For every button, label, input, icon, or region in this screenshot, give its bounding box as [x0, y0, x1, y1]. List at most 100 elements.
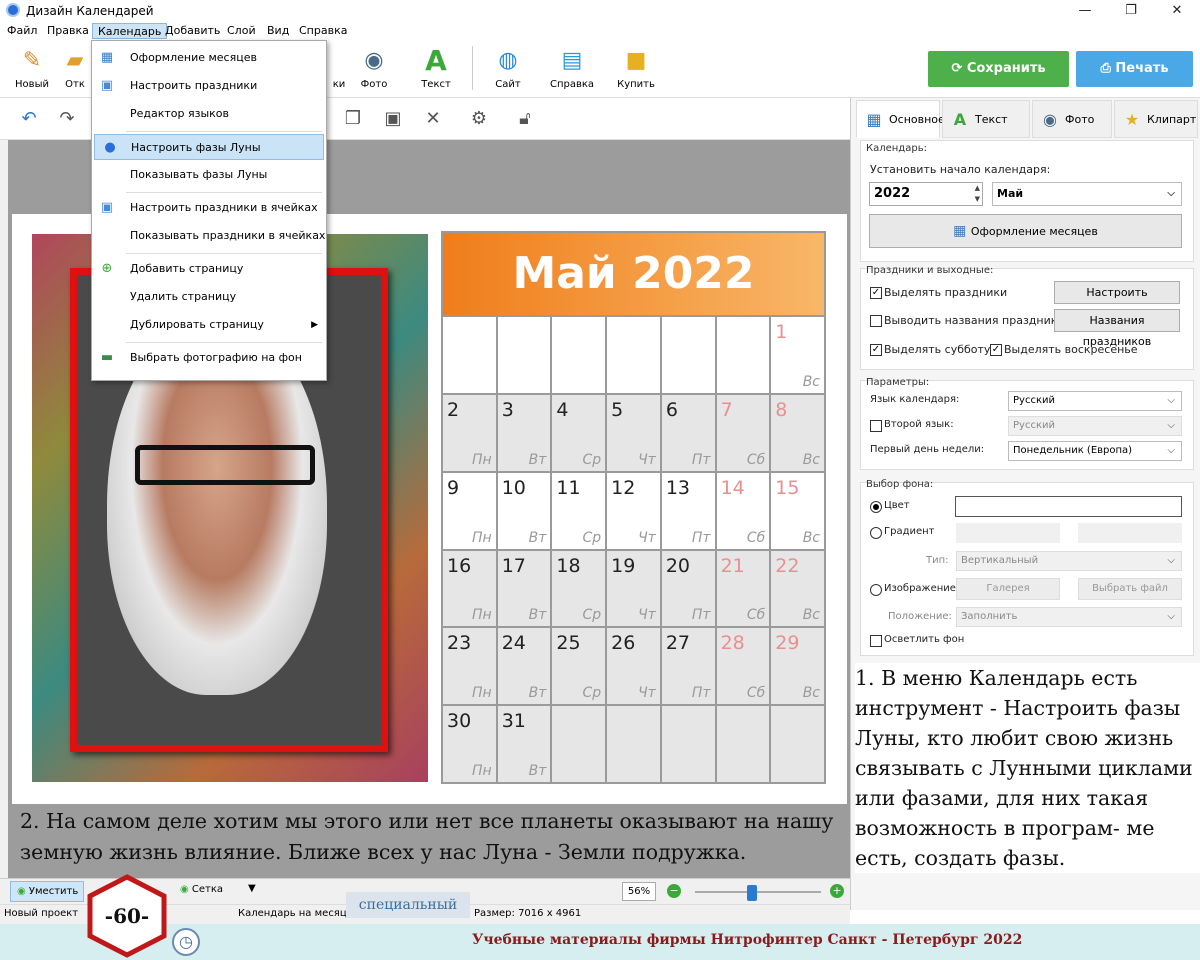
undo-icon[interactable]: ↶	[16, 106, 42, 132]
gradient-radio[interactable]	[870, 527, 882, 539]
day-cell[interactable]: 18 Ср	[552, 550, 606, 627]
day-cell[interactable]: 20 Пт	[661, 550, 715, 627]
day-cell[interactable]: 11 Ср	[552, 472, 606, 549]
day-cell[interactable]: 17 Вт	[497, 550, 551, 627]
menu-item[interactable]: ▣ Настроить праздники в ячейках	[92, 195, 326, 221]
position-select[interactable]: Заполнить ⌵	[956, 607, 1182, 627]
menu-item[interactable]: ⊕ Добавить страницу	[92, 256, 326, 282]
color-swatch[interactable]	[955, 496, 1182, 517]
paste-icon[interactable]: ▣	[380, 106, 406, 132]
menu-view[interactable]: Вид	[262, 23, 294, 39]
tab-photo[interactable]: ◉ Фото	[1032, 100, 1112, 138]
menu-item[interactable]: Редактор языков	[92, 101, 326, 127]
lighten-background-checkbox[interactable]	[870, 635, 882, 647]
day-cell[interactable]: 15 Вс	[771, 472, 824, 549]
day-cell[interactable]: 9 Пн	[443, 472, 496, 549]
calendar-language-select[interactable]: Русский ⌵	[1008, 391, 1182, 411]
menu-item[interactable]: ● Настроить фазы Луны	[94, 134, 324, 160]
day-cell[interactable]: 30 Пн	[443, 706, 496, 782]
menu-item[interactable]: ▦ Оформление месяцев	[92, 45, 326, 71]
new-button[interactable]: ✎ Новый	[6, 44, 58, 96]
day-cell[interactable]: 6 Пт	[661, 394, 715, 471]
gradient-color-1[interactable]	[956, 523, 1060, 543]
day-cell[interactable]	[443, 317, 496, 393]
clipart-button[interactable]: ки	[328, 44, 350, 96]
gradient-type-select[interactable]: Вертикальный ⌵	[956, 551, 1182, 571]
day-cell[interactable]: 5 Чт	[607, 394, 660, 471]
menu-item[interactable]: Дублировать страницу ▶	[92, 312, 326, 338]
help-button[interactable]: ▤ Справка	[546, 44, 598, 96]
save-button[interactable]: ⟳ Сохранить	[928, 51, 1069, 87]
menu-calendar[interactable]: Календарь	[92, 23, 168, 39]
day-cell[interactable]	[497, 317, 551, 393]
menu-item[interactable]: Показывать фазы Луны	[92, 162, 326, 188]
menu-item[interactable]: ▬ Выбрать фотографию на фон	[92, 345, 326, 371]
left-collapse-strip[interactable]	[0, 140, 8, 878]
second-language-checkbox[interactable]	[870, 420, 882, 432]
zoom-out-icon[interactable]: −	[667, 884, 681, 898]
highlight-holidays-checkbox[interactable]: ✓	[870, 287, 882, 299]
day-cell[interactable]: 21 Сб	[716, 550, 770, 627]
day-cell[interactable]	[661, 706, 715, 782]
menu-add[interactable]: Добавить	[160, 23, 225, 39]
day-cell[interactable]: 29 Вс	[771, 628, 824, 705]
highlight-saturday-checkbox[interactable]: ✓	[870, 344, 882, 356]
tab-text[interactable]: A Текст	[942, 100, 1030, 138]
day-cell[interactable]: 25 Ср	[552, 628, 606, 705]
day-cell[interactable]	[771, 706, 824, 782]
color-radio[interactable]	[870, 501, 882, 513]
day-cell[interactable]	[716, 317, 770, 393]
zoom-in-icon[interactable]: +	[830, 884, 844, 898]
day-cell[interactable]	[552, 317, 606, 393]
second-language-select[interactable]: Русский ⌵	[1008, 416, 1182, 436]
lock-icon[interactable]: 🔓︎	[512, 106, 538, 132]
menu-layer[interactable]: Слой	[222, 23, 261, 39]
day-cell[interactable]: 28 Сб	[716, 628, 770, 705]
show-holiday-names-checkbox[interactable]	[870, 315, 882, 327]
day-cell[interactable]: 22 Вс	[771, 550, 824, 627]
day-cell[interactable]: 14 Сб	[716, 472, 770, 549]
day-cell[interactable]: 16 Пн	[443, 550, 496, 627]
zoom-slider[interactable]	[695, 891, 821, 893]
day-cell[interactable]: 3 Вт	[497, 394, 551, 471]
day-cell[interactable]: 8 Вс	[771, 394, 824, 471]
gradient-color-2[interactable]	[1078, 523, 1182, 543]
day-cell[interactable]: 13 Пт	[661, 472, 715, 549]
menu-item[interactable]: ▣ Настроить праздники	[92, 73, 326, 99]
day-cell[interactable]: 7 Сб	[716, 394, 770, 471]
gallery-button[interactable]: Галерея	[956, 578, 1060, 600]
day-cell[interactable]: 2 Пн	[443, 394, 496, 471]
holiday-names-button[interactable]: Названия праздников	[1054, 309, 1180, 348]
day-cell[interactable]: 12 Чт	[607, 472, 660, 549]
minimize-button[interactable]: —	[1062, 0, 1108, 22]
menu-item[interactable]: Удалить страницу	[92, 284, 326, 310]
day-cell[interactable]: 26 Чт	[607, 628, 660, 705]
day-cell[interactable]: 19 Чт	[607, 550, 660, 627]
menu-item[interactable]: Показывать праздники в ячейках	[92, 223, 326, 249]
first-day-select[interactable]: Понедельник (Европа) ⌵	[1008, 441, 1182, 461]
menu-edit[interactable]: Правка	[42, 23, 94, 39]
day-cell[interactable]	[716, 706, 770, 782]
grid-toggle[interactable]: ◉ Сетка	[180, 884, 223, 895]
buy-button[interactable]: ■ Купить	[610, 44, 662, 96]
day-cell[interactable]: 10 Вт	[497, 472, 551, 549]
zoom-slider-thumb[interactable]	[747, 885, 758, 901]
text-button[interactable]: A Текст	[410, 44, 462, 96]
settings-icon[interactable]: ⚙	[466, 106, 492, 132]
redo-icon[interactable]: ↷	[54, 106, 80, 132]
menu-help[interactable]: Справка	[294, 23, 352, 39]
highlight-sunday-checkbox[interactable]: ✓	[990, 344, 1002, 356]
grid-dropdown-icon[interactable]: ▼	[248, 883, 256, 894]
year-stepper[interactable]: 2022 ▲ ▼	[869, 182, 983, 206]
month-grid[interactable]: Май 2022 1 Вс 2 Пн 3 Вт 4 Ср 5 Чт 6 Пт 7 Сб 8 Вс 9 Пн 10 Вт…	[441, 231, 826, 784]
open-button[interactable]: ▰ Отк	[60, 44, 90, 96]
day-cell[interactable]	[607, 317, 660, 393]
maximize-button[interactable]: ❐	[1108, 0, 1154, 22]
day-cell[interactable]	[661, 317, 715, 393]
tab-main[interactable]: ▦ Основное	[856, 100, 945, 138]
menu-file[interactable]: Файл	[2, 23, 42, 39]
photo-button[interactable]: ◉ Фото	[348, 44, 400, 96]
setup-holidays-button[interactable]: Настроить праздники	[1054, 281, 1180, 320]
print-button[interactable]: ⎙ Печать	[1076, 51, 1193, 87]
day-cell[interactable]: 31 Вт	[497, 706, 551, 782]
